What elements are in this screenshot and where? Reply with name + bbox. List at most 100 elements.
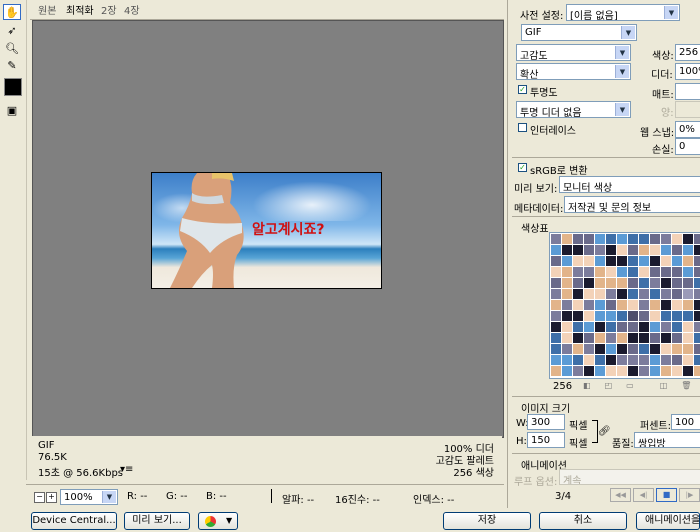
color-swatch[interactable] [639, 322, 649, 332]
color-swatch[interactable] [694, 278, 700, 288]
color-swatch[interactable] [551, 311, 561, 321]
color-swatch[interactable] [683, 322, 693, 332]
color-swatch[interactable] [672, 311, 682, 321]
color-swatch[interactable] [584, 278, 594, 288]
color-swatch[interactable] [584, 311, 594, 321]
width-input[interactable]: 300 [527, 414, 565, 430]
quality-select[interactable]: 쌍입방 [634, 432, 700, 448]
color-swatch[interactable] [672, 333, 682, 343]
color-swatch[interactable] [661, 333, 671, 343]
color-swatch[interactable] [573, 344, 583, 354]
percent-input[interactable]: 100 [671, 414, 700, 430]
color-swatch[interactable] [617, 289, 627, 299]
color-swatch[interactable] [584, 355, 594, 365]
cancel-button[interactable]: 취소 [539, 512, 627, 530]
color-swatch[interactable] [584, 366, 594, 376]
color-swatch[interactable] [694, 333, 700, 343]
color-swatch[interactable] [595, 234, 605, 244]
toggle-slices-icon[interactable]: ▣ [3, 102, 21, 118]
color-swatch[interactable] [661, 300, 671, 310]
color-swatch[interactable] [562, 300, 572, 310]
color-swatch[interactable] [551, 366, 561, 376]
color-swatch[interactable] [694, 366, 700, 376]
color-swatch[interactable] [628, 289, 638, 299]
color-swatch[interactable] [650, 234, 660, 244]
color-swatch[interactable] [650, 245, 660, 255]
color-swatch[interactable] [595, 245, 605, 255]
chain-link-icon[interactable]: 🔗︎ [598, 426, 611, 437]
color-swatch[interactable] [683, 366, 693, 376]
color-swatch[interactable] [672, 245, 682, 255]
color-swatch[interactable] [595, 289, 605, 299]
color-swatch[interactable] [573, 333, 583, 343]
device-central-button[interactable]: Device Central... [31, 512, 117, 530]
color-swatch[interactable] [639, 355, 649, 365]
color-swatch[interactable] [694, 322, 700, 332]
color-swatch[interactable] [595, 256, 605, 266]
color-swatch[interactable] [617, 278, 627, 288]
color-swatch[interactable] [650, 333, 660, 343]
lossy-input[interactable]: 0 [675, 138, 700, 155]
colors-input[interactable]: 256 [675, 44, 700, 61]
color-swatch[interactable] [628, 333, 638, 343]
dither-algorithm-select[interactable]: 확산 ▼ [516, 63, 631, 80]
color-swatch[interactable] [639, 267, 649, 277]
color-swatch[interactable] [606, 300, 616, 310]
color-swatch[interactable] [639, 289, 649, 299]
color-swatch[interactable] [628, 300, 638, 310]
color-swatch[interactable] [628, 278, 638, 288]
color-swatch[interactable] [551, 355, 561, 365]
hand-tool-icon[interactable]: ✋ [3, 4, 21, 20]
color-swatch[interactable] [661, 267, 671, 277]
color-swatch[interactable] [661, 366, 671, 376]
color-swatch[interactable] [551, 300, 561, 310]
zoom-select[interactable]: 100% ▼ [60, 489, 118, 505]
color-swatch[interactable] [650, 300, 660, 310]
color-swatch[interactable] [562, 355, 572, 365]
new-color-icon[interactable]: ◫ [660, 381, 668, 391]
color-swatch[interactable] [584, 344, 594, 354]
color-swatch[interactable] [617, 256, 627, 266]
color-swatch[interactable] [584, 234, 594, 244]
color-swatch[interactable] [573, 311, 583, 321]
color-swatch[interactable] [683, 333, 693, 343]
color-swatch[interactable] [639, 278, 649, 288]
slice-select-tool-icon[interactable]: ➶ [3, 22, 21, 38]
color-swatch[interactable] [595, 278, 605, 288]
color-swatch[interactable] [617, 311, 627, 321]
color-swatch[interactable] [551, 322, 561, 332]
save-button[interactable]: 저장 [443, 512, 531, 530]
color-swatch[interactable] [694, 256, 700, 266]
color-swatch[interactable] [628, 344, 638, 354]
color-swatch[interactable] [661, 278, 671, 288]
color-swatch[interactable] [617, 322, 627, 332]
color-swatch[interactable] [694, 311, 700, 321]
color-swatch[interactable] [672, 234, 682, 244]
color-swatch[interactable] [639, 256, 649, 266]
srgb-checkbox[interactable]: ✓ [518, 163, 527, 172]
color-swatch[interactable] [628, 355, 638, 365]
color-swatch[interactable] [617, 333, 627, 343]
color-swatch[interactable] [661, 311, 671, 321]
color-swatch[interactable] [628, 311, 638, 321]
color-swatch[interactable] [606, 245, 616, 255]
color-swatch[interactable] [584, 245, 594, 255]
web-snap-input[interactable]: 0% [675, 121, 700, 138]
color-swatch[interactable] [606, 344, 616, 354]
color-swatch[interactable] [694, 344, 700, 354]
stop-icon[interactable]: ■ [656, 488, 677, 502]
color-swatch[interactable] [683, 344, 693, 354]
height-input[interactable]: 150 [527, 432, 565, 448]
color-swatch[interactable] [661, 234, 671, 244]
color-swatch[interactable] [617, 366, 627, 376]
color-swatch[interactable] [562, 289, 572, 299]
color-swatch[interactable] [562, 333, 572, 343]
tab-original[interactable]: 원본 [38, 6, 56, 18]
matte-select[interactable] [675, 83, 700, 100]
done-button[interactable]: 애니메이션을 [636, 512, 700, 530]
color-swatch[interactable] [694, 245, 700, 255]
transparency-checkbox[interactable]: ✓ [518, 85, 527, 94]
color-swatch[interactable] [573, 300, 583, 310]
preset-select[interactable]: [이름 없음] ▼ [566, 4, 680, 21]
color-swatch[interactable] [606, 355, 616, 365]
